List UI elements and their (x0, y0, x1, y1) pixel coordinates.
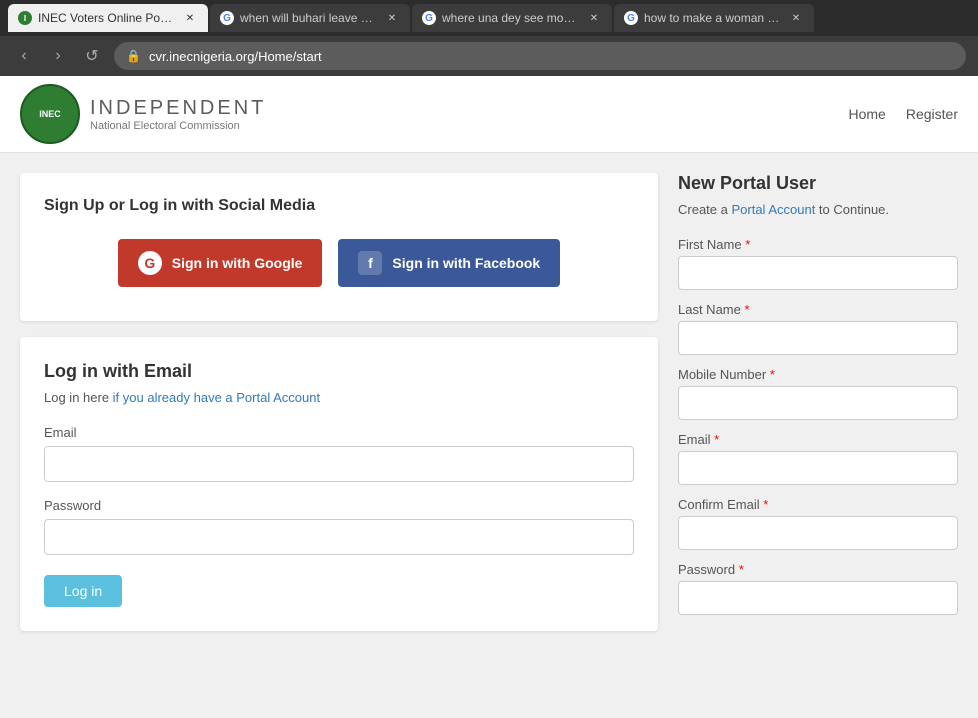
url-path: /Home/start (254, 49, 321, 64)
url-bar[interactable]: 🔒 cvr.inecnigeria.org/Home/start (114, 42, 966, 70)
first-name-required: * (745, 237, 750, 252)
facebook-icon: f (358, 251, 382, 275)
email-subtitle: Log in here if you already have a Portal… (44, 390, 634, 405)
back-button[interactable]: ‹ (12, 44, 36, 68)
page-content: INEC INDEPENDENT National Electoral Comm… (0, 76, 978, 718)
mobile-number-input[interactable] (678, 386, 958, 420)
login-button[interactable]: Log in (44, 575, 122, 607)
tab-favicon-google3: G (624, 11, 638, 25)
last-name-label: Last Name * (678, 302, 958, 317)
password-input[interactable] (44, 519, 634, 555)
tab-bar: I INEC Voters Online Portal ✕ G when wil… (0, 0, 978, 36)
tab-inec[interactable]: I INEC Voters Online Portal ✕ (8, 4, 208, 32)
mobile-number-label: Mobile Number * (678, 367, 958, 382)
tab-close-google3[interactable]: ✕ (788, 10, 804, 26)
mobile-required: * (770, 367, 775, 382)
first-name-input[interactable] (678, 256, 958, 290)
tab-google1[interactable]: G when will buhari leave office - G... ✕ (210, 4, 410, 32)
tab-label-google1: when will buhari leave office - G... (240, 11, 378, 25)
email-input[interactable] (44, 446, 634, 482)
reg-password-input[interactable] (678, 581, 958, 615)
facebook-btn-label: Sign in with Facebook (392, 255, 540, 271)
create-account-text: Create a Portal Account to Continue. (678, 202, 958, 217)
tab-google2[interactable]: G where una dey see money - ✕ (412, 4, 612, 32)
tab-google3[interactable]: G how to make a woman fall in lov... ✕ (614, 4, 814, 32)
last-name-group: Last Name * (678, 302, 958, 355)
forward-button[interactable]: › (46, 44, 70, 68)
navbar: INEC INDEPENDENT National Electoral Comm… (0, 76, 978, 153)
left-panel: Sign Up or Log in with Social Media G Si… (20, 173, 658, 631)
tab-label-google2: where una dey see money - (442, 11, 580, 25)
google-signin-button[interactable]: G Sign in with Google (118, 239, 323, 287)
google-btn-label: Sign in with Google (172, 255, 303, 271)
google-icon: G (138, 251, 162, 275)
email-form-group: Email (44, 425, 634, 482)
email-label: Email (44, 425, 634, 440)
tab-label-google3: how to make a woman fall in lov... (644, 11, 782, 25)
reg-email-group: Email * (678, 432, 958, 485)
url-text: cvr.inecnigeria.org/Home/start (149, 49, 322, 64)
social-signin-card: Sign Up or Log in with Social Media G Si… (20, 173, 658, 321)
brand-title: INDEPENDENT (90, 97, 266, 120)
portal-account-link[interactable]: if you already have a Portal Account (113, 390, 320, 405)
tab-favicon-google2: G (422, 11, 436, 25)
tab-label-inec: INEC Voters Online Portal (38, 11, 176, 25)
create-portal-link[interactable]: Portal Account (731, 202, 815, 217)
logo-text: INEC (39, 109, 61, 119)
confirm-email-label: Confirm Email * (678, 497, 958, 512)
facebook-signin-button[interactable]: f Sign in with Facebook (338, 239, 560, 287)
nav-link-home[interactable]: Home (849, 106, 886, 122)
brand-subtitle: National Electoral Commission (90, 120, 266, 132)
last-name-required: * (745, 302, 750, 317)
browser-chrome: I INEC Voters Online Portal ✕ G when wil… (0, 0, 978, 76)
confirm-email-input[interactable] (678, 516, 958, 550)
new-user-heading: New Portal User (678, 173, 958, 194)
reg-email-required: * (714, 432, 719, 447)
navbar-brand: INEC INDEPENDENT National Electoral Comm… (20, 84, 266, 144)
reg-password-required: * (739, 562, 744, 577)
tab-favicon-google1: G (220, 11, 234, 25)
reg-password-label: Password * (678, 562, 958, 577)
confirm-email-required: * (763, 497, 768, 512)
tab-close-google1[interactable]: ✕ (384, 10, 400, 26)
social-heading: Sign Up or Log in with Social Media (44, 197, 634, 215)
confirm-email-group: Confirm Email * (678, 497, 958, 550)
reg-password-group: Password * (678, 562, 958, 615)
reload-button[interactable]: ↺ (80, 44, 104, 68)
password-form-group: Password (44, 498, 634, 555)
create-prefix: Create a (678, 202, 731, 217)
right-panel: New Portal User Create a Portal Account … (658, 173, 958, 631)
last-name-input[interactable] (678, 321, 958, 355)
lock-icon: 🔒 (126, 49, 141, 63)
email-login-card: Log in with Email Log in here if you alr… (20, 337, 658, 631)
password-label: Password (44, 498, 634, 513)
url-host: cvr.inecnigeria.org (149, 49, 255, 64)
social-buttons: G Sign in with Google f Sign in with Fac… (44, 239, 634, 287)
address-bar: ‹ › ↺ 🔒 cvr.inecnigeria.org/Home/start (0, 36, 978, 76)
tab-close-inec[interactable]: ✕ (182, 10, 198, 26)
nav-link-register[interactable]: Register (906, 106, 958, 122)
reg-email-input[interactable] (678, 451, 958, 485)
email-heading: Log in with Email (44, 361, 634, 382)
tab-close-google2[interactable]: ✕ (586, 10, 602, 26)
first-name-label: First Name * (678, 237, 958, 252)
create-suffix: to Continue. (815, 202, 889, 217)
logo-text-block: INDEPENDENT National Electoral Commissio… (90, 97, 266, 132)
mobile-number-group: Mobile Number * (678, 367, 958, 420)
navbar-links: Home Register (849, 106, 959, 122)
tab-favicon-inec: I (18, 11, 32, 25)
email-subtitle-text: Log in here (44, 390, 113, 405)
inec-logo: INEC (20, 84, 80, 144)
first-name-group: First Name * (678, 237, 958, 290)
reg-email-label: Email * (678, 432, 958, 447)
new-user-panel: New Portal User Create a Portal Account … (678, 173, 958, 615)
main-content: Sign Up or Log in with Social Media G Si… (0, 153, 978, 651)
